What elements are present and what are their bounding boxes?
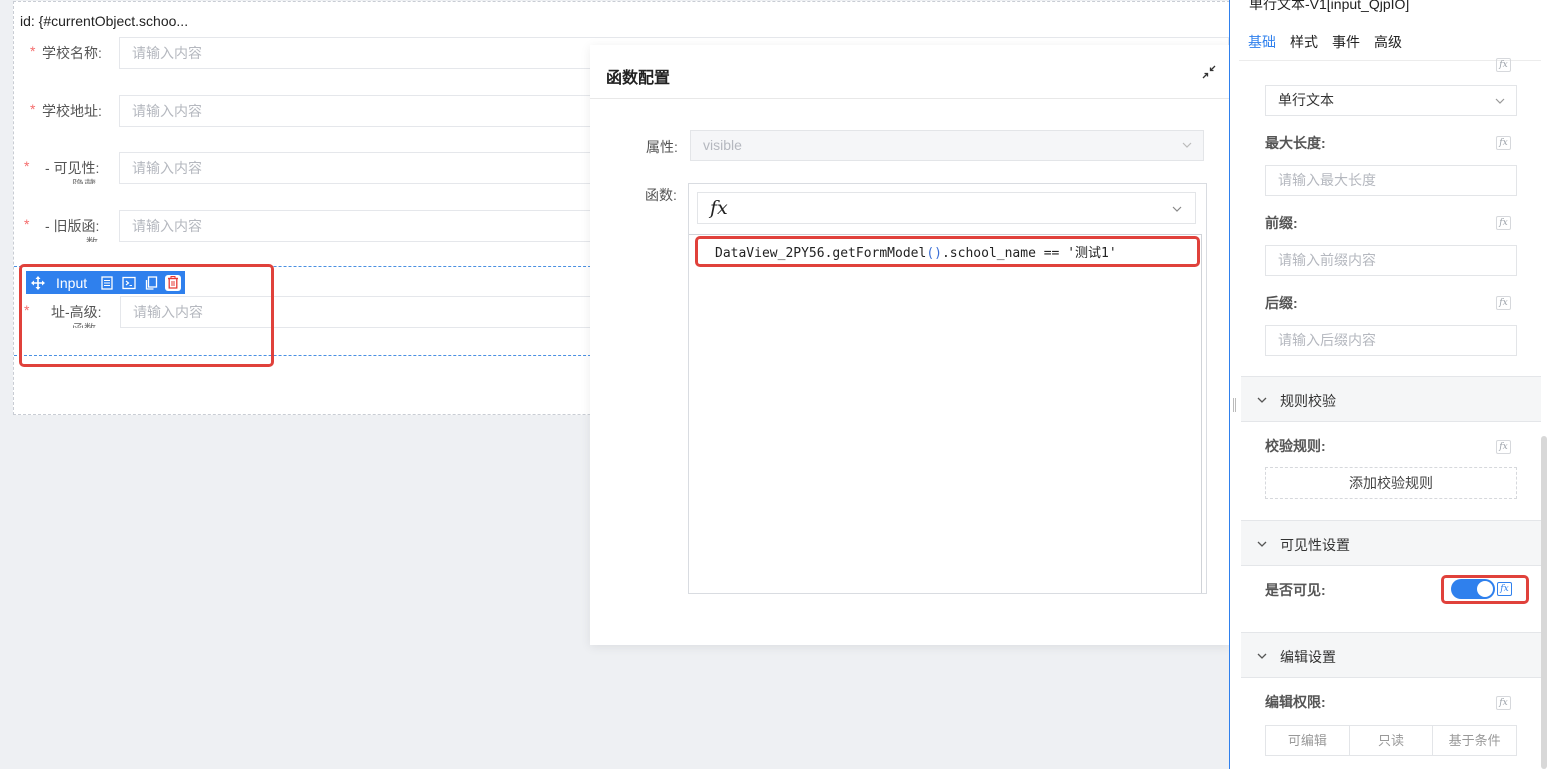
container-id-label: id: {#currentObject.schoo... xyxy=(14,8,195,34)
fx-icon: fx xyxy=(710,197,728,219)
section-edit-header[interactable]: 编辑设置 xyxy=(1241,632,1541,678)
field-label-wrap: 隐藏 xyxy=(72,176,96,184)
property-label: 属性: xyxy=(646,139,678,155)
chevron-down-icon xyxy=(1257,397,1267,403)
suffix-input[interactable]: 请输入后缀内容 xyxy=(1265,325,1517,356)
required-mark: * xyxy=(30,43,36,59)
section-visibility-header[interactable]: 可见性设置 xyxy=(1241,520,1541,566)
prefix-input[interactable]: 请输入前缀内容 xyxy=(1265,245,1517,276)
section-rules-header[interactable]: 规则校验 xyxy=(1241,376,1541,422)
fx-icon[interactable]: fx xyxy=(1496,696,1511,710)
edit-permission-segmented: 可编辑 只读 基于条件 xyxy=(1265,725,1517,756)
tab-basic[interactable]: 基础 xyxy=(1248,32,1276,52)
option-readonly[interactable]: 只读 xyxy=(1350,726,1434,755)
highlight-box-selected-field xyxy=(19,264,274,367)
function-select[interactable]: fx xyxy=(697,192,1196,224)
option-conditional[interactable]: 基于条件 xyxy=(1433,726,1516,755)
field-label: - 可见性: xyxy=(45,160,100,176)
tab-style[interactable]: 样式 xyxy=(1290,32,1318,52)
function-label: 函数: xyxy=(645,187,677,203)
chevron-down-icon xyxy=(1182,142,1192,148)
chevron-down-icon xyxy=(1172,206,1182,212)
code-editor[interactable]: DataView_2PY56.getFormModel().school_nam… xyxy=(689,234,1202,593)
option-editable[interactable]: 可编辑 xyxy=(1266,726,1350,755)
type-select[interactable]: 单行文本 xyxy=(1265,85,1517,116)
suffix-label: 后缀: xyxy=(1265,295,1298,311)
section-title: 编辑设置 xyxy=(1280,649,1336,665)
section-title: 规则校验 xyxy=(1280,393,1336,409)
rules-label: 校验规则: xyxy=(1265,438,1326,454)
dialog-title: 函数配置 xyxy=(606,70,671,87)
fx-icon[interactable]: fx xyxy=(1496,296,1511,310)
property-select[interactable]: visible xyxy=(690,130,1204,161)
required-mark: * xyxy=(24,158,30,174)
tab-advanced[interactable]: 高级 xyxy=(1374,32,1402,52)
property-value: visible xyxy=(703,137,742,153)
chevron-down-icon xyxy=(1495,98,1505,104)
fx-icon[interactable]: fx xyxy=(1496,136,1511,150)
splitter-grip[interactable] xyxy=(1233,398,1236,412)
collapse-icon[interactable] xyxy=(1202,65,1216,79)
panel-splitter[interactable] xyxy=(1229,0,1239,769)
max-length-label: 最大长度: xyxy=(1265,135,1326,151)
max-length-input[interactable]: 请输入最大长度 xyxy=(1265,165,1517,196)
fx-icon[interactable]: fx xyxy=(1496,58,1511,72)
panel-scrollbar[interactable] xyxy=(1541,436,1547,769)
required-mark: * xyxy=(24,216,30,232)
dialog-divider xyxy=(590,98,1230,99)
prefix-label: 前缀: xyxy=(1265,215,1298,231)
highlight-box-visible xyxy=(1441,575,1529,604)
component-title: 单行文本-V1[input_QjpIO] xyxy=(1249,0,1410,12)
field-label: - 旧版函: xyxy=(45,218,100,234)
add-rule-button[interactable]: 添加校验规则 xyxy=(1265,467,1517,499)
field-label: 学校地址: xyxy=(42,103,102,119)
function-config-dialog: 函数配置 属性: visible 函数: fx DataView_2PY56.g… xyxy=(590,45,1230,645)
fx-icon[interactable]: fx xyxy=(1496,440,1511,454)
type-value: 单行文本 xyxy=(1278,92,1334,108)
chevron-down-icon xyxy=(1257,653,1267,659)
fx-icon[interactable]: fx xyxy=(1496,216,1511,230)
chevron-down-icon xyxy=(1257,541,1267,547)
visible-label: 是否可见: xyxy=(1265,582,1326,598)
edit-perm-label: 编辑权限: xyxy=(1265,694,1326,710)
tab-events[interactable]: 事件 xyxy=(1332,32,1360,52)
highlight-box-code xyxy=(695,236,1200,267)
field-label-wrap: 数 xyxy=(86,234,98,242)
panel-tabs: 基础 样式 事件 高级 xyxy=(1248,32,1402,52)
section-title: 可见性设置 xyxy=(1280,537,1350,553)
field-label: 学校名称: xyxy=(42,45,102,61)
required-mark: * xyxy=(30,101,36,117)
